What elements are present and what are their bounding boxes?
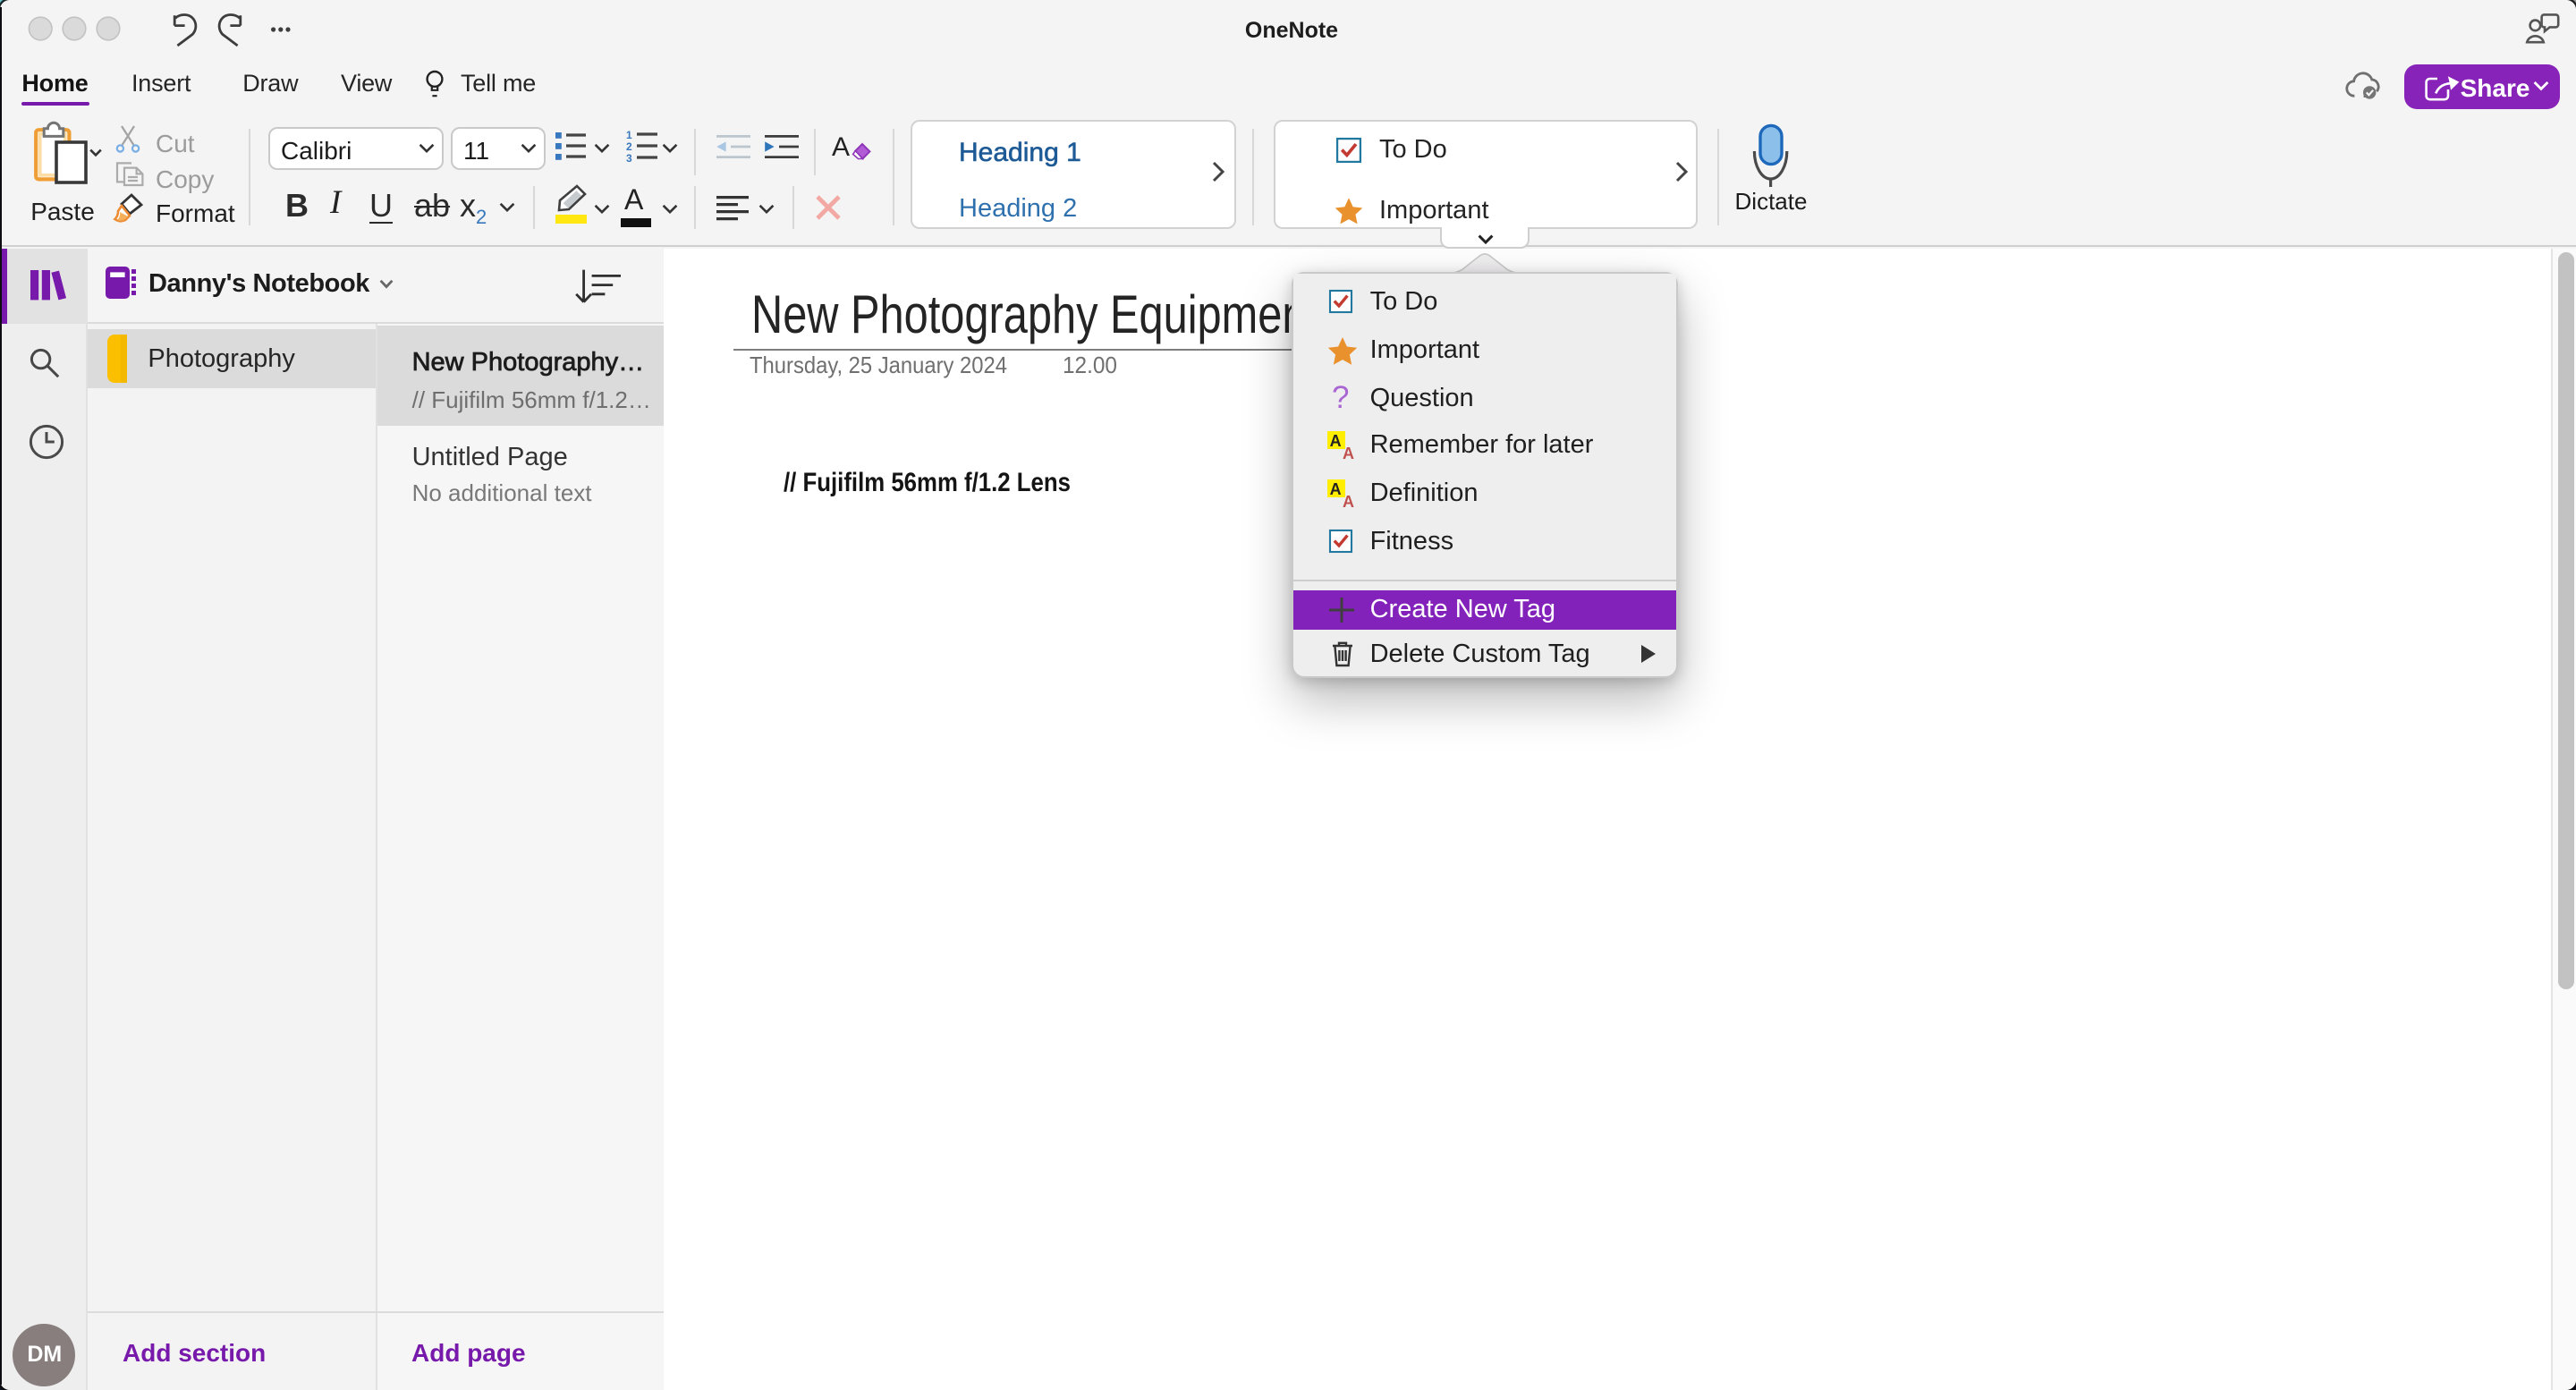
svg-text:// Fujifilm 56mm f/1.2 Lens: // Fujifilm 56mm f/1.2 Lens [784,467,1071,496]
svg-text:New Photography Equipment: New Photography Equipment [751,284,1318,344]
svg-text:Thursday, 25 January 2024: Thursday, 25 January 2024 [750,351,1007,377]
svg-text:A: A [1343,493,1354,511]
svg-text:A: A [1330,480,1342,498]
svg-text:2: 2 [626,140,632,153]
svg-text:1: 1 [626,129,632,141]
svg-text:A: A [1330,433,1342,451]
svg-text:A: A [832,132,850,162]
svg-text:12.00: 12.00 [1063,351,1117,377]
svg-text:A: A [1343,445,1354,462]
svg-text:3: 3 [626,152,632,165]
